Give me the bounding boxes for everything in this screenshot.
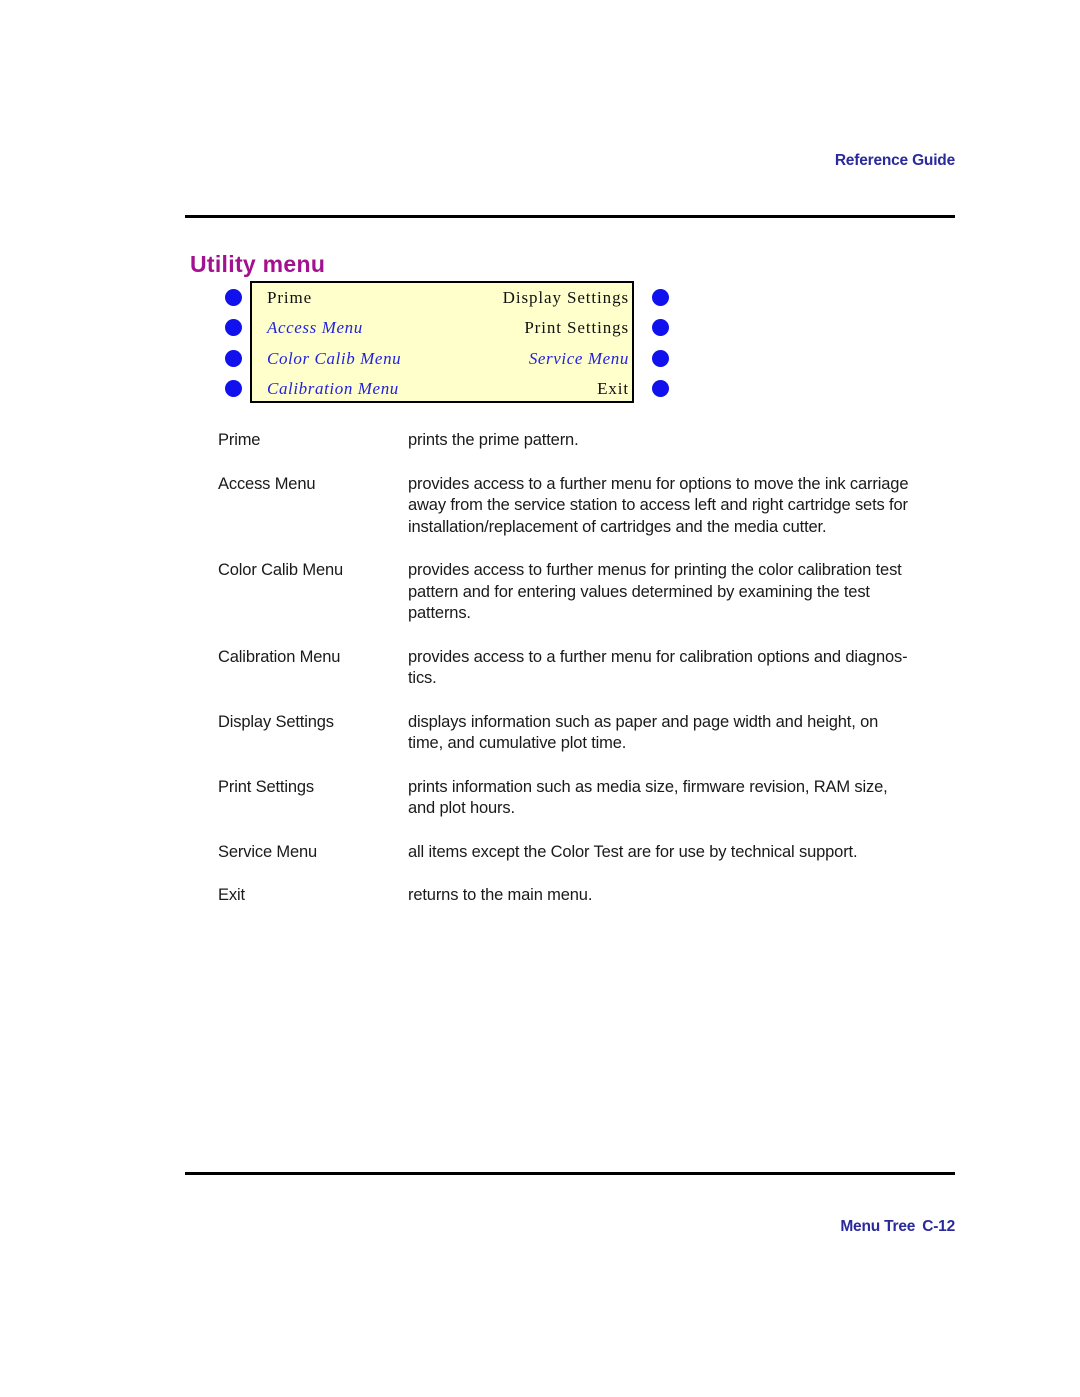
bullet-icon [652,319,669,337]
menu-row-cells: Prime Display Settings [255,282,639,313]
bullet-icon [652,380,669,398]
definition-entry: Access Menu provides access to a further… [218,474,960,539]
bullet-icon [225,349,242,367]
definition-description: provides access to a further menu for op… [408,474,960,539]
menu-row-cells: Calibration Menu Exit [255,374,639,405]
definition-description: returns to the main menu. [408,885,960,907]
definition-entry: Exit returns to the main menu. [218,885,960,907]
definition-line: prints information such as media size, f… [408,777,888,796]
footer-chapter: Menu Tree [840,1218,916,1235]
menu-item-definitions: Prime prints the prime pattern. Access M… [218,430,960,929]
footer-rule [185,1172,955,1175]
menu-item-calibration-menu[interactable]: Calibration Menu [267,380,498,397]
menu-row-cells: Access Menu Print Settings [255,313,639,344]
definition-description: prints the prime pattern. [408,430,960,452]
definition-description: provides access to further menus for pri… [408,560,960,625]
definition-term: Display Settings [218,712,334,731]
definition-term: Service Menu [218,842,318,861]
definition-description: prints information such as media size, f… [408,777,960,820]
definition-line: displays information such as paper and p… [408,712,879,731]
definition-line: provides access to a further menu for ca… [408,647,908,666]
definition-line: tics. [408,669,437,687]
bullet-icon [652,349,669,367]
definition-line: time, and cumulative plot time. [408,734,627,752]
definition-term: Print Settings [218,777,315,796]
menu-item-access-menu[interactable]: Access Menu [267,319,444,336]
menu-item-color-calib-menu[interactable]: Color Calib Menu [267,350,465,367]
menu-row: Prime Display Settings [222,282,669,313]
definition-line: patterns. [408,604,471,622]
menu-item-prime[interactable]: Prime [267,289,407,306]
page-title: Utility menu [190,251,326,278]
definition-line: all items except the Color Test are for … [408,842,858,861]
definition-entry: Prime prints the prime pattern. [218,430,960,452]
bullet-icon [652,288,669,306]
definition-line: provides access to a further menu for op… [408,474,909,493]
definition-entry: Service Menu all items except the Color … [218,842,960,864]
definition-description: provides access to a further menu for ca… [408,647,960,690]
definition-line: returns to the main menu. [408,886,593,904]
definition-line: installation/replacement of cartridges a… [408,517,827,536]
definition-entry: Calibration Menu provides access to a fu… [218,647,960,690]
bullet-icon [225,380,242,398]
definition-entry: Color Calib Menu provides access to furt… [218,560,960,625]
definition-term: Color Calib Menu [218,561,344,579]
definition-line: away from the service station to access … [408,496,908,514]
definition-description: displays information such as paper and p… [408,712,960,755]
menu-row: Calibration Menu Exit [222,374,669,405]
definition-entry: Display Settings displays information su… [218,712,960,755]
document-page: Reference Guide Utility menu Prime Displ… [0,0,1080,1397]
menu-row-cells: Color Calib Menu Service Menu [255,343,639,374]
definition-term: Access Menu [218,474,316,493]
definition-line: pattern and for entering values determin… [408,582,870,601]
menu-row: Access Menu Print Settings [222,313,669,344]
definition-line: and plot hours. [408,799,515,817]
definition-line: prints the prime pattern. [408,431,579,449]
running-header: Reference Guide [834,152,955,169]
definition-description: all items except the Color Test are for … [408,842,960,864]
menu-item-print-settings[interactable]: Print Settings [444,319,629,336]
header-rule [185,215,955,218]
menu-row: Color Calib Menu Service Menu [222,343,669,374]
menu-item-display-settings[interactable]: Display Settings [407,289,629,306]
page-footer: Menu Tree C-12 [185,1218,955,1236]
definition-term: Calibration Menu [218,647,341,666]
bullet-icon [225,288,242,306]
bullet-icon [225,319,242,337]
definition-term: Prime [218,431,261,449]
definition-line: provides access to further menus for pri… [408,561,902,579]
definition-term: Exit [218,886,245,904]
menu-item-service-menu[interactable]: Service Menu [465,350,629,367]
menu-item-exit[interactable]: Exit [498,380,629,397]
definition-entry: Print Settings prints information such a… [218,777,960,820]
footer-page-number: C-12 [922,1218,955,1235]
utility-menu-diagram: Prime Display Settings Access Menu Print… [222,280,669,406]
